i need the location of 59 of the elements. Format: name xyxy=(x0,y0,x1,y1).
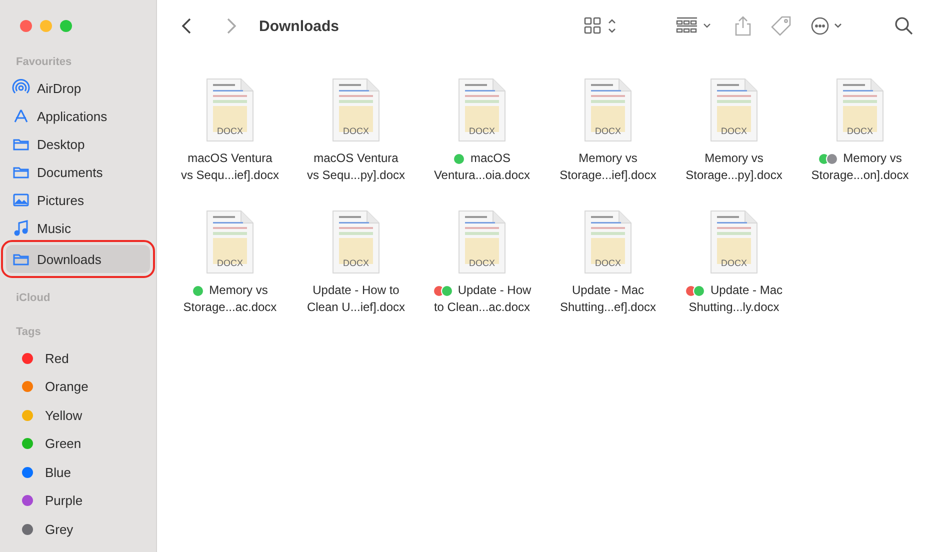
file-type-label: DOCX xyxy=(468,126,496,136)
minimize-button[interactable] xyxy=(40,20,52,32)
tag-label[interactable]: Red xyxy=(45,350,69,366)
app-store-icon xyxy=(12,107,30,125)
document-icon[interactable]: DOCX xyxy=(583,210,633,274)
file-type-label: DOCX xyxy=(720,258,748,268)
zoom-button[interactable] xyxy=(60,20,72,32)
document-icon[interactable]: DOCX xyxy=(331,78,381,142)
file-name[interactable]: Memory vs Storage...py].docx xyxy=(686,150,782,184)
file-type-label: DOCX xyxy=(468,258,496,268)
file-name[interactable]: macOS Ventura...oia.docx xyxy=(434,150,530,184)
file-name[interactable]: Memory vs Storage...ac.docx xyxy=(183,282,277,316)
tag-label[interactable]: Yellow xyxy=(45,408,82,423)
file-type-label: DOCX xyxy=(594,126,622,136)
tag-label[interactable]: Purple xyxy=(45,493,83,508)
chevron-left-icon xyxy=(181,17,193,35)
file-type-label: DOCX xyxy=(846,126,874,136)
sidebar-item[interactable]: Pictures xyxy=(6,186,150,214)
sidebar-heading: Favourites xyxy=(15,55,73,70)
file-name[interactable]: Update - How to Clean...ac.docx xyxy=(432,282,532,316)
tag-label[interactable]: Green xyxy=(45,436,82,452)
file-type-label: DOCX xyxy=(342,126,370,136)
chevron-right-icon xyxy=(225,17,237,35)
sidebar-item[interactable]: Applications xyxy=(6,102,150,130)
file-type-label: DOCX xyxy=(720,126,748,136)
file-type-label: DOCX xyxy=(216,258,244,268)
tag-label[interactable]: Orange xyxy=(45,379,88,394)
sidebar-heading: Tags xyxy=(15,325,42,340)
file-name[interactable]: Update - Mac Shutting...ly.docx xyxy=(685,282,783,316)
sidebar-item[interactable]: Music xyxy=(6,214,150,242)
file-type-label: DOCX xyxy=(342,258,370,268)
document-icon[interactable]: DOCX xyxy=(205,78,255,142)
file-name[interactable]: macOS Ventura vs Sequ...py].docx xyxy=(306,150,406,184)
document-icon[interactable]: DOCX xyxy=(205,210,255,274)
sidebar-item[interactable]: Downloads xyxy=(6,245,150,273)
file-type-label: DOCX xyxy=(594,258,622,268)
file-name[interactable]: Update - Mac Shutting...ef].docx xyxy=(560,282,656,316)
file-name[interactable]: macOS Ventura vs Sequ...ief].docx xyxy=(180,150,280,184)
tag-label[interactable]: Grey xyxy=(45,522,74,537)
document-icon[interactable]: DOCX xyxy=(583,78,633,142)
file-type-label: DOCX xyxy=(216,126,244,136)
document-icon[interactable]: DOCX xyxy=(331,210,381,274)
document-icon[interactable]: DOCX xyxy=(835,78,885,142)
sidebar-item[interactable]: Desktop xyxy=(6,130,150,158)
file-name[interactable]: Memory vs Storage...ief].docx xyxy=(560,150,656,184)
photo-icon xyxy=(12,191,30,209)
sidebar-item[interactable]: Documents xyxy=(6,158,150,186)
sidebar-item[interactable]: AirDrop xyxy=(6,74,150,102)
document-icon[interactable]: DOCX xyxy=(457,78,507,142)
file-name[interactable]: Update - How to Clean U...ief].docx xyxy=(306,282,406,316)
window-title: Downloads xyxy=(259,18,340,34)
document-icon[interactable]: DOCX xyxy=(457,210,507,274)
document-icon[interactable]: DOCX xyxy=(709,78,759,142)
sidebar-heading: iCloud xyxy=(15,291,52,306)
music-note-icon xyxy=(12,219,30,237)
close-button[interactable] xyxy=(20,20,32,32)
document-icon[interactable]: DOCX xyxy=(709,210,759,274)
file-name[interactable]: Memory vs Storage...on].docx xyxy=(811,150,909,184)
tag-label[interactable]: Blue xyxy=(45,464,72,480)
